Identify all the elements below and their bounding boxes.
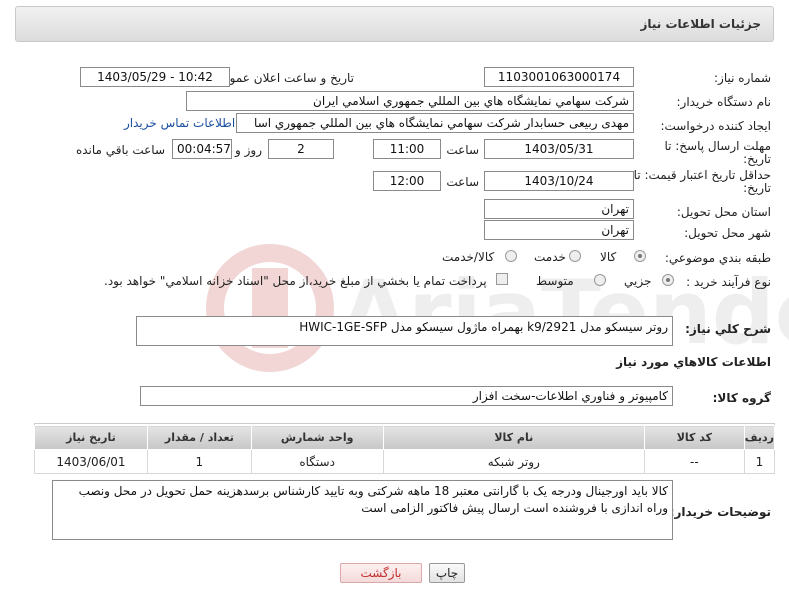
province-label: استان محل تحويل: bbox=[676, 205, 771, 219]
remaining-time-field: 00:04:57 bbox=[172, 139, 232, 159]
validity-label: حداقل تاريخ اعتبار قيمت: تا bbox=[633, 168, 771, 182]
description-label: شرح کلي نياز: bbox=[685, 322, 771, 336]
category-radio-goods-service[interactable] bbox=[505, 250, 517, 262]
category-option-goods-service: کالا/خدمت bbox=[442, 250, 495, 264]
category-option-goods: کالا bbox=[600, 250, 617, 264]
col-code: کد کالا bbox=[643, 425, 745, 450]
col-date: تاريخ نياز bbox=[34, 425, 148, 450]
goods-group-label: گروه کالا: bbox=[712, 391, 771, 405]
need-number-label: شماره نياز: bbox=[714, 71, 771, 85]
category-radio-goods[interactable] bbox=[634, 250, 646, 262]
announce-date-field: 1403/05/29 - 10:42 bbox=[80, 67, 230, 87]
process-radio-medium[interactable] bbox=[594, 274, 606, 286]
cell-name: روتر شبکه bbox=[382, 449, 645, 474]
process-radio-minor[interactable] bbox=[662, 274, 674, 286]
buyer-notes-text: کالا باید اورجینال ودرجه یک با گارانتی م… bbox=[78, 484, 668, 515]
days-field: 2 bbox=[268, 139, 334, 159]
treasury-note: پرداخت تمام يا بخشي از مبلغ خريد،از محل … bbox=[104, 274, 487, 288]
col-qty: تعداد / مقدار bbox=[146, 425, 252, 450]
category-option-service: خدمت bbox=[534, 250, 566, 264]
treasury-checkbox[interactable] bbox=[496, 273, 508, 285]
back-button[interactable]: بازگشت bbox=[340, 563, 422, 583]
creator-field: مهدی ربیعی حسابدار شرکت سهامي نمايشگاه ه… bbox=[236, 113, 634, 133]
cell-unit: دستگاه bbox=[250, 449, 384, 474]
need-number-field: 1103001063000174 bbox=[484, 67, 634, 87]
deadline-label: مهلت ارسال پاسخ: تا bbox=[664, 139, 771, 153]
province-field: تهران bbox=[484, 199, 634, 219]
cell-row: 1 bbox=[743, 449, 776, 474]
header-panel: جزئيات اطلاعات نياز bbox=[15, 6, 774, 42]
buyer-org-field: شرکت سهامي نمايشگاه هاي بين المللي جمهور… bbox=[186, 91, 634, 111]
buyer-notes-field: کالا باید اورجینال ودرجه یک با گارانتی م… bbox=[52, 480, 673, 540]
city-field: تهران bbox=[484, 220, 634, 240]
creator-label: ايجاد کننده درخواست: bbox=[660, 119, 771, 133]
process-option-medium: متوسط bbox=[536, 274, 574, 288]
deadline-date-label: تاريخ: bbox=[743, 152, 771, 166]
buyer-contact-link[interactable]: اطلاعات تماس خريدار bbox=[124, 116, 235, 130]
deadline-time-field: 11:00 bbox=[373, 139, 441, 159]
print-button[interactable]: چاپ bbox=[429, 563, 465, 583]
cell-date: 1403/06/01 bbox=[34, 449, 148, 474]
validity-date-field: 1403/10/24 bbox=[484, 171, 634, 191]
table-row: 1 -- روتر شبکه دستگاه 1 1403/06/01 bbox=[34, 449, 776, 474]
page-title: جزئيات اطلاعات نياز bbox=[640, 17, 761, 31]
buyer-notes-label: توضيحات خريدار: bbox=[669, 505, 771, 519]
goods-table: رديف کد کالا نام کالا واحد شمارش تعداد /… bbox=[34, 425, 776, 474]
category-label: طبقه بندي موضوعي: bbox=[664, 251, 771, 265]
remaining-label: ساعت باقي مانده bbox=[75, 143, 165, 157]
process-option-minor: جزيي bbox=[624, 274, 652, 288]
col-unit: واحد شمارش bbox=[250, 425, 384, 450]
validity-time-label: ساعت bbox=[446, 175, 479, 189]
days-label: روز و bbox=[235, 143, 262, 157]
process-label: نوع فرآيند خريد : bbox=[686, 275, 771, 289]
deadline-time-label: ساعت bbox=[446, 143, 479, 157]
announce-date-label: تاريخ و ساعت اعلان عمومي: bbox=[209, 71, 354, 85]
table-header-row: رديف کد کالا نام کالا واحد شمارش تعداد /… bbox=[34, 425, 776, 450]
col-name: نام کالا bbox=[382, 425, 645, 450]
goods-group-field: کامپيوتر و فناوري اطلاعات-سخت افزار bbox=[140, 386, 673, 406]
description-text: روتر سیسکو مدل k9/2921 بهمراه ماژول سیسک… bbox=[299, 320, 668, 334]
goods-section-title: اطلاعات کالاهاي مورد نياز bbox=[616, 355, 771, 369]
description-field: روتر سیسکو مدل k9/2921 بهمراه ماژول سیسک… bbox=[136, 316, 673, 346]
city-label: شهر محل تحويل: bbox=[684, 226, 771, 240]
deadline-date-field: 1403/05/31 bbox=[484, 139, 634, 159]
category-radio-service[interactable] bbox=[569, 250, 581, 262]
cell-qty: 1 bbox=[146, 449, 252, 474]
buyer-org-label: نام دستگاه خريدار: bbox=[676, 95, 772, 109]
validity-date-label: تاريخ: bbox=[743, 181, 771, 195]
col-row: رديف bbox=[743, 425, 776, 450]
validity-time-field: 12:00 bbox=[373, 171, 441, 191]
cell-code: -- bbox=[643, 449, 745, 474]
